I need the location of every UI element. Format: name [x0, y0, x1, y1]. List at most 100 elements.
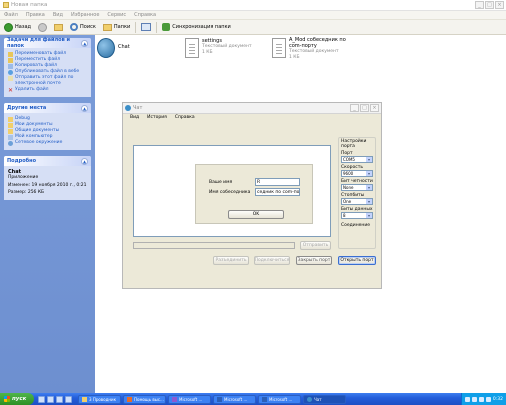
chat-menu-view[interactable]: Вид: [130, 114, 139, 122]
folder-up-icon: [54, 23, 64, 31]
task-pane: Задачи для файлов и папок ▲ Переименоват…: [0, 35, 95, 393]
task-delete[interactable]: ✕ Удалить файл: [8, 87, 88, 93]
place-label: Сетевое окружение: [15, 140, 63, 145]
task-microsoft-3[interactable]: Microsoft ...: [258, 394, 301, 404]
volume-icon[interactable]: [485, 396, 491, 402]
chat-menu-help[interactable]: Справка: [175, 114, 195, 122]
delete-icon: ✕: [8, 86, 14, 94]
email-icon: [8, 75, 13, 81]
toolbar-separator: [135, 21, 137, 33]
file-settings[interactable]: settings Текстовый документ 1 КБ: [185, 38, 252, 58]
databits-select[interactable]: 8: [341, 212, 373, 219]
collapse-icon[interactable]: ▲: [81, 39, 88, 47]
task-label: Microsoft ...: [179, 396, 203, 402]
file-chat[interactable]: Chat: [97, 38, 130, 58]
details-header[interactable]: Подробно ▲: [4, 156, 91, 166]
menu-file[interactable]: Файл: [4, 11, 18, 19]
details-size: Размер: 256 КБ: [8, 190, 45, 195]
file-name: Chat: [118, 44, 130, 50]
task-microsoft-1[interactable]: Microsoft ...: [168, 394, 211, 404]
speed-select[interactable]: 9600: [341, 170, 373, 177]
visual-studio-icon: [172, 396, 177, 402]
task-label: Microsoft ...: [269, 396, 293, 402]
open-port-button[interactable]: Открыть порт: [338, 256, 376, 265]
place-network[interactable]: Сетевое окружение: [8, 140, 88, 146]
quick-launch-icon[interactable]: [38, 395, 45, 403]
collapse-icon[interactable]: ▲: [81, 104, 88, 112]
back-button[interactable]: Назад: [2, 22, 33, 32]
ok-button[interactable]: OK: [228, 210, 284, 219]
explorer-title-bar[interactable]: Новая папка _ □ ×: [0, 0, 506, 11]
language-icon[interactable]: [464, 396, 470, 402]
tray-icon[interactable]: [478, 396, 484, 402]
chat-close-button[interactable]: ×: [370, 104, 379, 112]
chat-title: Чат: [133, 105, 143, 111]
task-chat[interactable]: Чат: [303, 394, 346, 404]
quick-launch-icon[interactable]: [56, 395, 63, 403]
close-port-button[interactable]: Закрыть порт: [296, 256, 332, 265]
disconnect-button[interactable]: Разъединить: [213, 256, 249, 265]
your-name-input[interactable]: R: [255, 178, 300, 186]
clock[interactable]: 0:32: [493, 397, 503, 402]
search-button[interactable]: Поиск: [68, 23, 98, 31]
explorer-title: Новая папка: [11, 2, 48, 8]
move-icon: [8, 57, 13, 63]
maximize-button[interactable]: □: [485, 1, 494, 9]
collapse-icon[interactable]: ▲: [81, 157, 88, 165]
chat-app-icon: [307, 396, 312, 402]
sync-button[interactable]: Синхронизация папки: [160, 23, 233, 31]
close-button[interactable]: ×: [495, 1, 504, 9]
sync-label: Синхронизация папки: [172, 24, 231, 30]
other-places-title: Другие места: [7, 105, 47, 111]
partner-name-input[interactable]: седник по com-порту: [255, 188, 300, 196]
task-email[interactable]: Отправить этот файл по электронной почте: [8, 75, 88, 87]
file-tasks-header[interactable]: Задачи для файлов и папок ▲: [4, 37, 91, 49]
folders-button[interactable]: Папки: [101, 23, 132, 31]
search-label: Поиск: [80, 24, 96, 30]
text-document-icon: [272, 38, 286, 58]
port-select[interactable]: COM5: [341, 156, 373, 163]
menu-edit[interactable]: Правка: [26, 11, 45, 19]
minimize-button[interactable]: _: [475, 1, 484, 9]
send-button[interactable]: Отправить: [300, 241, 331, 250]
message-input[interactable]: [133, 242, 295, 249]
quick-launch-icon[interactable]: [47, 395, 54, 403]
name-dialog: Ваше имя R Имя собеседника седник по com…: [195, 164, 313, 224]
port-settings-group: Настройки порта Порт COM5 Скорость 9600 …: [338, 137, 376, 249]
word-icon: [217, 396, 222, 402]
task-help[interactable]: Помощь выс...: [123, 394, 166, 404]
connect-button[interactable]: Подключиться: [254, 256, 290, 265]
file-size: 1 КБ: [289, 54, 300, 60]
port-settings-title: Настройки порта: [341, 139, 367, 149]
parity-select[interactable]: None: [341, 184, 373, 191]
connection-label: Соединение: [341, 223, 371, 228]
tray-icon[interactable]: [471, 396, 477, 402]
menu-view[interactable]: Вид: [53, 11, 63, 19]
other-places-header[interactable]: Другие места ▲: [4, 103, 91, 113]
up-button[interactable]: [52, 23, 65, 31]
file-name: A_Mod собеседник по com-порту: [289, 37, 346, 49]
views-button[interactable]: [139, 23, 153, 31]
stopbits-select[interactable]: One: [341, 198, 373, 205]
task-explorer[interactable]: 3 Проводник: [78, 394, 121, 404]
forward-button[interactable]: [36, 22, 49, 32]
folders-label: Папки: [113, 24, 131, 30]
task-microsoft-2[interactable]: Microsoft ...: [213, 394, 256, 404]
menu-help[interactable]: Справка: [134, 11, 156, 19]
menu-favorites[interactable]: Избранное: [71, 11, 99, 19]
chat-minimize-button[interactable]: _: [350, 104, 359, 112]
file-a-mod[interactable]: A_Mod собеседник по com-порту Текстовый …: [272, 37, 349, 60]
chat-menu-history[interactable]: История: [147, 114, 167, 122]
details-type: Приложение: [8, 175, 39, 180]
chat-title-bar[interactable]: Чат _ □ ×: [123, 103, 381, 114]
folder-icon: [3, 2, 9, 8]
chat-maximize-button[interactable]: □: [360, 104, 369, 112]
quick-launch: [34, 395, 72, 403]
web-publish-icon: [8, 69, 13, 75]
menu-tools[interactable]: Сервис: [107, 11, 126, 19]
explorer-toolbar: Назад Поиск Папки Синхронизация папки: [0, 20, 506, 35]
start-button[interactable]: пуск: [0, 393, 34, 405]
quick-launch-icon[interactable]: [65, 395, 72, 403]
chat-app-icon: [125, 105, 131, 111]
windows-logo-icon: [4, 396, 10, 402]
